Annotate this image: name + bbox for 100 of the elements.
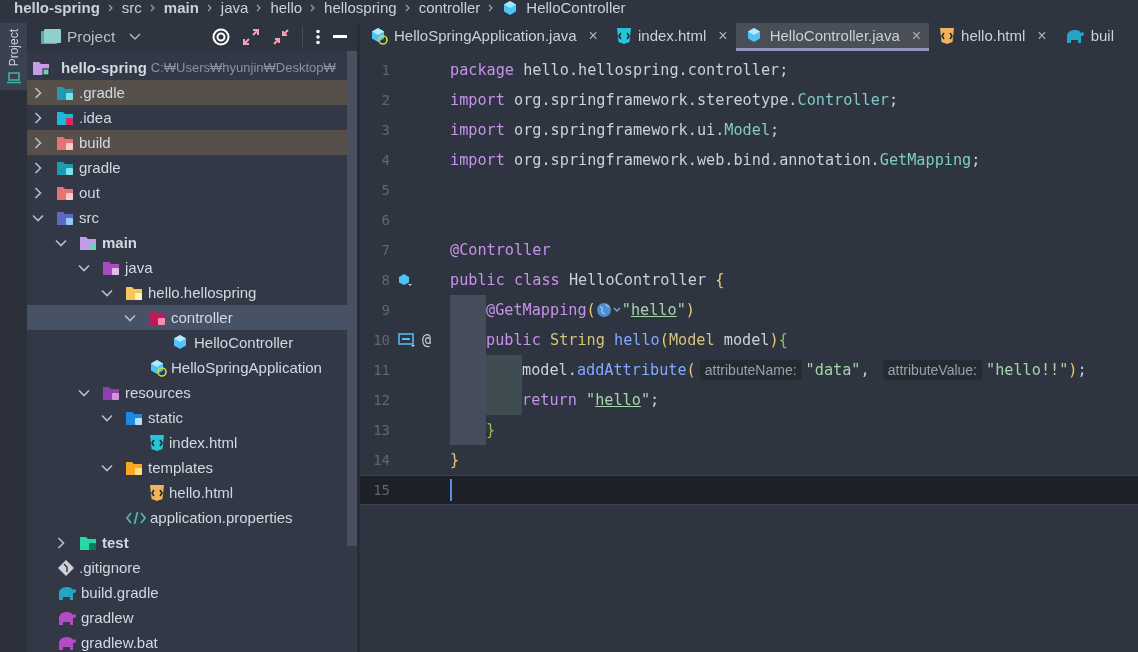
code-token: import xyxy=(450,121,505,139)
tree-item[interactable]: resources xyxy=(125,384,191,401)
code-token: ; xyxy=(971,151,981,169)
code-token: ) xyxy=(769,331,779,349)
tree-item[interactable]: test xyxy=(102,534,129,551)
code-token: HelloController xyxy=(567,271,708,289)
tree-item[interactable]: hello.hellospring xyxy=(148,284,257,301)
editor-tab[interactable]: HelloController.java × xyxy=(735,23,930,51)
code-token: public class xyxy=(450,271,560,289)
editor-tab[interactable]: index.html × xyxy=(605,23,736,51)
collapse-icon[interactable] xyxy=(272,28,290,46)
code-token: ( xyxy=(586,301,596,319)
editor-tab[interactable]: HelloSpringApplication.java × xyxy=(360,23,606,51)
breadcrumb-item[interactable]: src xyxy=(121,0,142,16)
tree-item[interactable]: application.properties xyxy=(150,509,293,526)
project-tool-button[interactable]: Project xyxy=(0,23,27,91)
folder-icon xyxy=(103,384,121,401)
code-token: ; xyxy=(1077,361,1087,379)
chevron-right-icon[interactable] xyxy=(55,536,67,549)
ignored-row[interactable]: .gradle xyxy=(27,80,347,105)
tree-item[interactable]: gradle xyxy=(79,159,121,176)
tree-item[interactable]: HelloController xyxy=(194,334,294,351)
code-token: model xyxy=(722,331,770,349)
selected-row[interactable]: controller xyxy=(27,305,347,330)
html-file-icon xyxy=(149,433,165,452)
elephant-icon xyxy=(1064,27,1085,44)
tree-item[interactable]: build.gradle xyxy=(81,584,159,601)
folder-icon xyxy=(57,184,75,201)
breadcrumb-item[interactable]: java xyxy=(220,0,249,16)
code-token: Controller xyxy=(797,91,889,109)
close-tab-button[interactable]: × xyxy=(1037,26,1047,45)
tree-item[interactable]: .gradle xyxy=(79,84,125,101)
chevron-right-icon[interactable] xyxy=(32,161,44,174)
breadcrumb-item[interactable]: hello xyxy=(270,0,303,16)
code-token: ( xyxy=(686,361,696,379)
tree-item[interactable]: controller xyxy=(171,309,233,326)
more-icon[interactable] xyxy=(315,29,321,45)
close-tab-button[interactable]: × xyxy=(718,26,728,45)
code-token: public xyxy=(486,331,542,349)
breadcrumb-item[interactable]: HelloController xyxy=(526,0,626,16)
code-token: GetMapping xyxy=(879,151,972,169)
code-token: ; xyxy=(650,391,660,409)
minimize-icon[interactable] xyxy=(333,35,347,39)
expand-icon[interactable] xyxy=(242,28,260,46)
breadcrumb-item[interactable]: controller xyxy=(418,0,481,16)
code-token: "hello!!" xyxy=(986,361,1069,379)
gutter-mark[interactable]: @ xyxy=(422,331,432,349)
chevron-right-icon[interactable] xyxy=(32,136,44,149)
api-gutter-icon[interactable] xyxy=(398,333,416,347)
editor-tab[interactable]: hello.html × xyxy=(929,23,1055,51)
cube-icon xyxy=(370,26,388,45)
tree-item[interactable]: src xyxy=(79,209,99,226)
chevron-right-icon[interactable] xyxy=(32,186,44,199)
breadcrumb-item[interactable]: hello-spring xyxy=(14,0,100,16)
code-token: { xyxy=(715,271,725,289)
tree-item[interactable]: templates xyxy=(148,459,214,476)
class-gutter-icon[interactable] xyxy=(398,273,412,287)
close-tab-button[interactable]: × xyxy=(911,26,922,45)
html-file-icon xyxy=(615,26,632,45)
parameter-hint: attributeName: xyxy=(699,360,802,380)
indent-guide xyxy=(486,385,522,415)
chevron-right-icon[interactable] xyxy=(32,111,44,124)
locate-icon[interactable] xyxy=(212,28,230,46)
code-token: hello.hellospring.controller; xyxy=(522,61,789,79)
editor-tab[interactable]: buil xyxy=(1054,23,1122,51)
code-token: String xyxy=(550,331,606,349)
scrollbar[interactable] xyxy=(347,51,357,546)
chevron-right-icon[interactable] xyxy=(32,86,44,99)
code-token: "data" xyxy=(805,361,861,379)
tree-item[interactable]: index.html xyxy=(169,434,238,451)
tree-item[interactable]: java xyxy=(125,259,153,276)
tree-item[interactable]: gradlew.bat xyxy=(81,634,158,651)
code-token: ) xyxy=(685,301,695,319)
tree-item[interactable]: hello.html xyxy=(169,484,234,501)
breadcrumb-item[interactable]: main xyxy=(163,0,199,16)
code-token: ( xyxy=(659,331,669,349)
breadcrumb-item[interactable]: hellospring xyxy=(324,0,397,16)
tree-item[interactable]: static xyxy=(148,409,183,426)
close-tab-button[interactable]: × xyxy=(588,26,598,45)
project-view-dropdown[interactable]: Project xyxy=(67,28,142,46)
tree-item[interactable]: build xyxy=(79,134,111,151)
tree-item[interactable]: HelloSpringApplication xyxy=(171,359,322,376)
url-link[interactable]: hello xyxy=(595,391,641,409)
tree-item[interactable]: .idea xyxy=(79,109,112,126)
ignored-row[interactable]: build xyxy=(27,130,347,155)
code-token: addAttribute xyxy=(576,361,687,379)
monitor-icon xyxy=(6,72,21,85)
url-link[interactable]: hello xyxy=(630,301,677,319)
tree-item[interactable]: gradlew xyxy=(81,609,134,626)
code-token: @GetMapping xyxy=(486,301,587,319)
code-token: { xyxy=(778,331,788,349)
tree-item[interactable]: .gitignore xyxy=(79,559,141,576)
tree-item[interactable]: hello-spring xyxy=(61,59,147,76)
globe-icon[interactable] xyxy=(595,302,622,318)
tree-item[interactable]: out xyxy=(79,184,100,201)
text-caret xyxy=(450,479,452,501)
code-token: " xyxy=(586,391,596,409)
code-token: @Controller xyxy=(450,241,551,259)
code-token: return xyxy=(522,391,578,409)
tree-item[interactable]: main xyxy=(102,234,137,251)
